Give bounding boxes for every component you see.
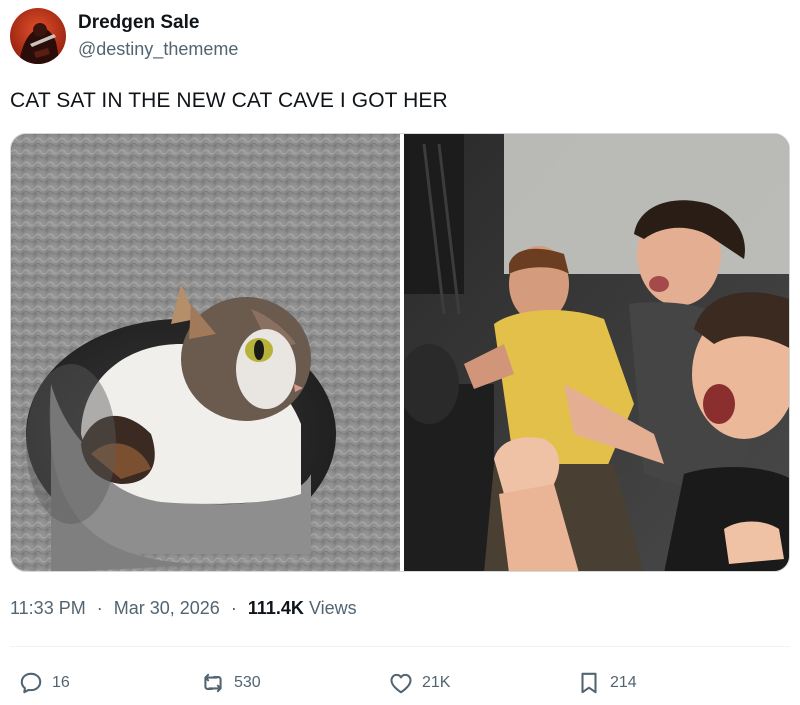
views-count: 111.4K: [247, 598, 304, 618]
tweet-time[interactable]: 11:33 PM: [10, 598, 86, 618]
reply-count: 16: [52, 674, 70, 691]
like-button[interactable]: 21K: [388, 670, 450, 696]
retweet-count: 530: [234, 674, 261, 691]
bookmark-icon: [581, 672, 597, 694]
meta-separator-1: ·: [96, 598, 103, 618]
media-image-reaction[interactable]: [404, 134, 789, 571]
divider: [10, 646, 790, 647]
meta-separator-2: ·: [230, 598, 237, 618]
views-label: Views: [308, 598, 357, 618]
author-handle[interactable]: @destiny_thememe: [78, 39, 238, 60]
reply-icon: [20, 672, 42, 694]
reply-button[interactable]: 16: [18, 670, 70, 696]
like-count: 21K: [422, 674, 451, 691]
author-name[interactable]: Dredgen Sale: [78, 12, 199, 34]
action-bar: 16 530 21K 214: [10, 660, 790, 704]
bookmark-button[interactable]: 214: [576, 670, 637, 696]
cat-in-cave-photo: [11, 134, 400, 571]
bookmark-count: 214: [610, 674, 637, 691]
tweet-date[interactable]: Mar 30, 2026: [114, 598, 220, 618]
tweet-meta: 11:33 PM · Mar 30, 2026 · 111.4K Views: [10, 598, 357, 619]
media-image-cat[interactable]: [11, 134, 400, 571]
tweet-header: Dredgen Sale @destiny_thememe: [10, 8, 790, 64]
retweet-button[interactable]: 530: [200, 670, 261, 696]
tweet-text: CAT SAT IN THE NEW CAT CAVE I GOT HER: [10, 89, 448, 112]
retweet-icon: [204, 673, 222, 693]
media-grid: [10, 133, 790, 572]
heart-icon: [390, 673, 412, 694]
avatar[interactable]: [10, 8, 66, 64]
reacting-men-photo: [404, 134, 789, 571]
avatar-image: [10, 8, 66, 64]
